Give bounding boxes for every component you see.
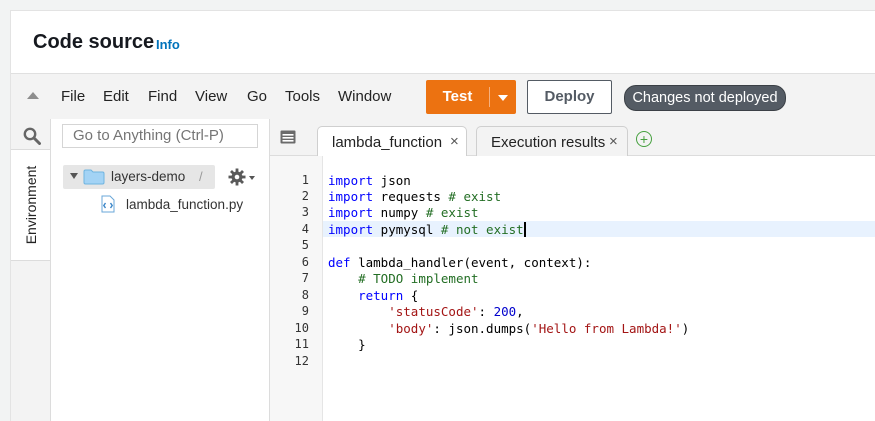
deploy-button[interactable]: Deploy <box>527 80 612 114</box>
menu-go[interactable]: Go <box>247 88 267 105</box>
left-rail: Environment <box>11 119 51 421</box>
test-button-label: Test <box>442 88 473 105</box>
code-line: def lambda_handler(event, context): <box>328 255 592 270</box>
file-explorer: layers-demo / lambda <box>51 119 270 421</box>
code-line: import requests # exist <box>328 189 502 204</box>
info-link[interactable]: Info <box>156 37 180 52</box>
code-line: import numpy # exist <box>328 205 479 220</box>
file-name: lambda_function.py <box>126 197 244 212</box>
folder-suffix: / <box>199 169 203 184</box>
panel-header: Code source Info <box>11 11 875 73</box>
code-editor[interactable]: import json import requests # exist import… <box>323 156 875 421</box>
line-number: 12 <box>294 354 309 368</box>
line-number-gutter: 1 2 3 4 5 6 7 8 9 10 11 12 <box>270 156 323 421</box>
close-icon[interactable]: × <box>609 133 618 150</box>
collapse-triangle-icon[interactable] <box>27 92 39 99</box>
code-line: 'body': json.dumps('Hello from Lambda!') <box>388 321 690 336</box>
add-tab-icon[interactable]: + <box>636 131 652 147</box>
test-button-divider <box>489 87 490 107</box>
editor-tab-bar: lambda_function × Execution results × + <box>270 119 875 157</box>
line-number: 8 <box>301 288 309 302</box>
line-number: 10 <box>294 321 309 335</box>
line-number: 1 <box>301 173 309 187</box>
menu-file[interactable]: File <box>61 88 85 105</box>
python-file-icon <box>101 195 115 213</box>
menu-window[interactable]: Window <box>338 88 391 105</box>
code-line: } <box>328 337 366 352</box>
code-line: import pymysql # not exist <box>328 222 524 237</box>
code-source-panel: Code source Info File Edit Find View Go … <box>10 10 875 421</box>
test-button[interactable]: Test <box>426 80 516 114</box>
code-line: import json <box>328 173 411 188</box>
code-line: return { <box>358 288 419 303</box>
menu-tools[interactable]: Tools <box>285 88 320 105</box>
tab-execution-results[interactable]: Execution results × <box>476 126 628 156</box>
line-number: 9 <box>301 304 309 318</box>
tab-lambda-function[interactable]: lambda_function × <box>317 126 467 157</box>
tab-label: Execution results <box>491 134 606 151</box>
tabs-icon[interactable] <box>280 130 296 144</box>
menu-edit[interactable]: Edit <box>103 88 129 105</box>
test-dropdown-icon[interactable] <box>498 95 508 101</box>
folder-name: layers-demo <box>111 169 186 184</box>
status-badge: Changes not deployed <box>624 85 786 111</box>
expand-triangle-icon[interactable] <box>70 173 78 179</box>
folder-layers-demo[interactable]: layers-demo / <box>63 165 215 189</box>
code-line: # TODO implement <box>358 271 479 286</box>
search-icon[interactable] <box>23 127 41 145</box>
line-number: 4 <box>301 222 309 236</box>
tab-label: lambda_function <box>332 134 443 151</box>
line-number: 11 <box>294 337 309 351</box>
page-title: Code source <box>33 31 155 53</box>
line-number: 7 <box>301 271 309 285</box>
environment-tab[interactable]: Environment <box>11 149 50 261</box>
close-icon[interactable]: × <box>450 133 459 150</box>
line-number: 2 <box>301 189 309 203</box>
folder-icon <box>83 169 105 185</box>
line-number: 5 <box>301 238 309 252</box>
environment-tab-label: Environment <box>22 165 39 245</box>
menu-view[interactable]: View <box>195 88 227 105</box>
text-cursor <box>524 222 526 237</box>
menu-find[interactable]: Find <box>148 88 177 105</box>
go-to-anything-input[interactable] <box>62 124 258 148</box>
line-number: 6 <box>301 255 309 269</box>
gear-dropdown-icon[interactable] <box>249 176 255 180</box>
gear-icon[interactable] <box>228 168 246 186</box>
code-line: 'statusCode': 200, <box>388 304 524 319</box>
line-number: 3 <box>301 205 309 219</box>
menu-bar: File Edit Find View Go Tools Window Test… <box>11 73 875 121</box>
